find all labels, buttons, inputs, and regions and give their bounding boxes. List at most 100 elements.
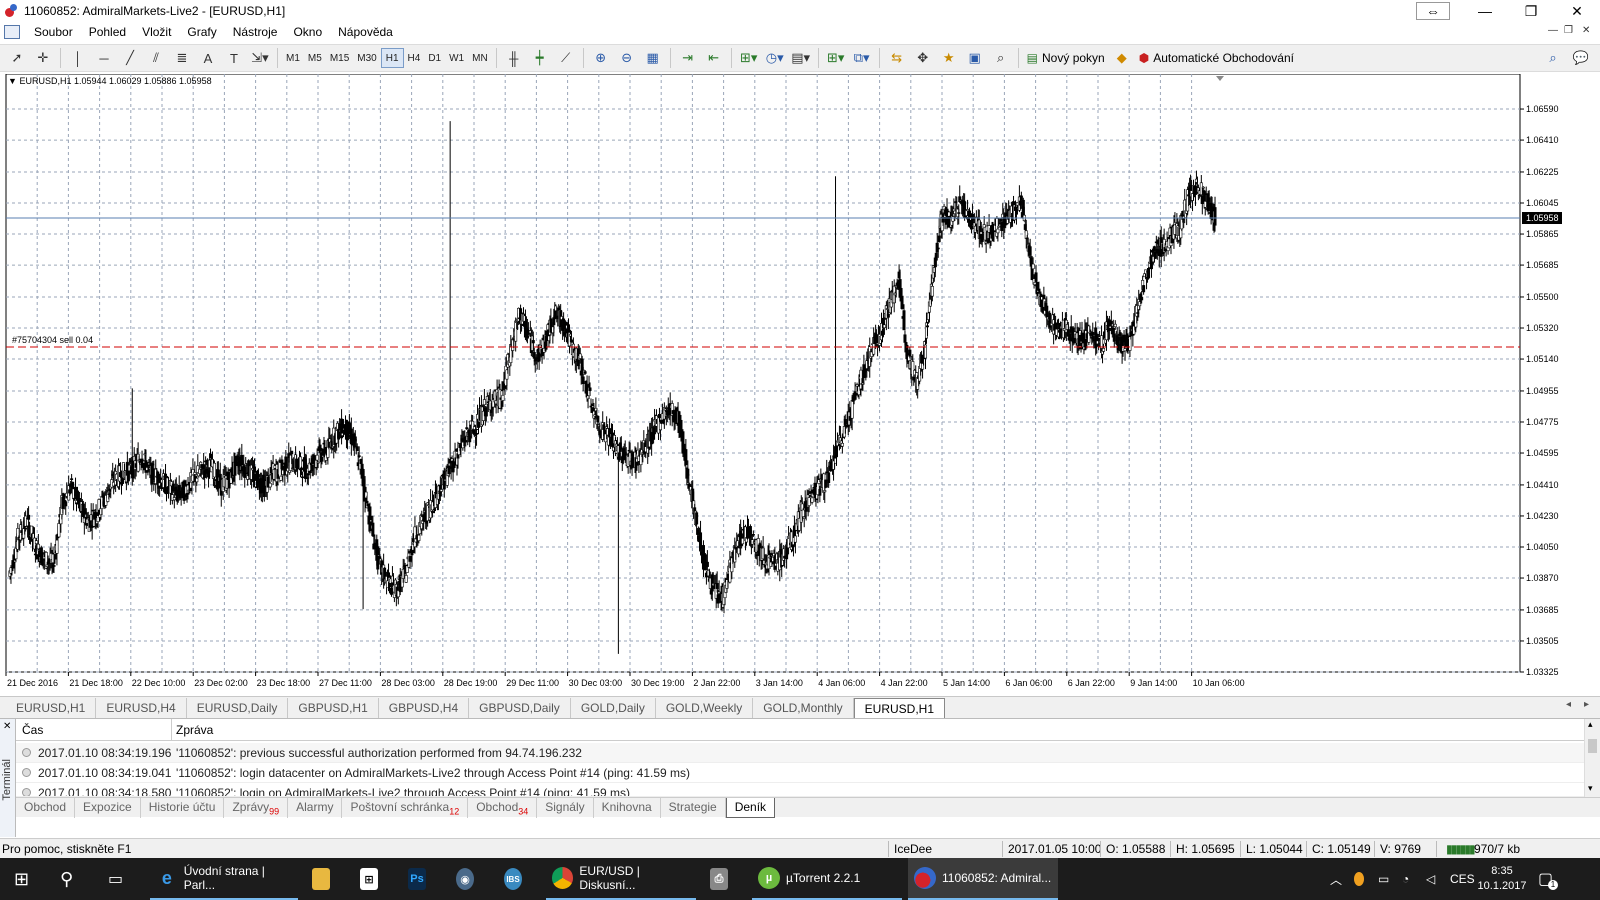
menu-tools[interactable]: Nástroje (225, 25, 286, 39)
new-order-button[interactable]: ▤ Nový pokyn (1023, 51, 1109, 65)
tile-windows-icon[interactable]: ▦ (641, 47, 665, 69)
search-icon[interactable]: ⌕ (1541, 47, 1565, 69)
channel-icon[interactable]: ⫽ (144, 47, 168, 69)
scroll-up-icon[interactable]: ▴ (1588, 719, 1593, 730)
indicators-icon[interactable]: ⊞▾ (737, 47, 761, 69)
vertical-line-icon[interactable]: │ (66, 47, 90, 69)
auto-trading-button[interactable]: ⬢ Automatické Obchodování (1135, 51, 1298, 65)
navigator-icon[interactable]: ★ (937, 47, 961, 69)
text-label-icon[interactable]: T (222, 47, 246, 69)
tester-icon[interactable]: ⌕ (989, 47, 1013, 69)
crosshair-icon[interactable]: ✛ (31, 47, 55, 69)
tab-scroll-left-icon[interactable]: ◂ (1566, 699, 1571, 710)
tab-journal[interactable]: Deník (725, 798, 776, 818)
fibonacci-icon[interactable]: ≣ (170, 47, 194, 69)
column-message[interactable]: Zpráva (176, 723, 213, 737)
search-icon[interactable]: ⚲ (60, 858, 84, 900)
templates-icon[interactable]: ▤▾ (789, 47, 813, 69)
timeframe-d1[interactable]: D1 (424, 48, 445, 68)
clock[interactable]: 8:35 10.1.2017 (1474, 858, 1530, 900)
tab-mailbox[interactable]: Poštovní schránka12 (342, 798, 469, 818)
journal-row[interactable]: 2017.01.10 08:34:19.041 '11060852': logi… (16, 763, 1584, 783)
column-divider[interactable] (171, 719, 172, 741)
taskbar-app-mt4[interactable]: 11060852: Admiral... (908, 858, 1058, 900)
menu-view[interactable]: Pohled (81, 25, 134, 39)
chart-tab[interactable]: GOLD,Daily (571, 698, 656, 718)
menu-file[interactable]: Soubor (26, 25, 81, 39)
new-chart-icon[interactable]: ⊞▾ (824, 47, 848, 69)
app-icon[interactable]: IBS (504, 858, 528, 900)
collapse-icon[interactable]: ▼ (8, 76, 17, 86)
restore-size-icon[interactable]: ⇔ (1416, 2, 1450, 20)
scroll-thumb[interactable] (1588, 739, 1597, 753)
tray-expand-icon[interactable]: ︿ (1330, 858, 1344, 900)
column-time[interactable]: Čas (22, 723, 43, 737)
tab-experts[interactable]: Strategie (661, 798, 726, 818)
scroll-down-icon[interactable]: ▾ (1588, 783, 1593, 794)
terminal-icon[interactable]: ▣ (963, 47, 987, 69)
autoscroll-icon[interactable]: ⇤ (702, 47, 726, 69)
mdi-close-icon[interactable]: ✕ (1582, 25, 1590, 36)
tab-news[interactable]: Zprávy99 (224, 798, 289, 818)
chart-tab[interactable]: EURUSD,H4 (96, 698, 187, 718)
trendline-icon[interactable]: ╱ (118, 47, 142, 69)
mdi-restore-icon[interactable]: ❐ (1564, 25, 1573, 36)
chart-shift-icon[interactable]: ⇥ (676, 47, 700, 69)
menu-help[interactable]: Nápověda (330, 25, 401, 39)
chart-window-icon[interactable] (4, 25, 20, 39)
mdi-minimize-icon[interactable]: — (1548, 25, 1558, 36)
timeframe-w1[interactable]: W1 (445, 48, 468, 68)
journal-row[interactable]: 2017.01.10 08:34:18.580 '11060852': logi… (16, 783, 1584, 797)
minimize-button[interactable]: — (1462, 0, 1508, 22)
horizontal-line-icon[interactable]: ─ (92, 47, 116, 69)
chart-tab-active[interactable]: EURUSD,H1 (853, 698, 946, 718)
windows-start-icon[interactable]: ⊞ (14, 858, 34, 900)
timeframe-m5[interactable]: M5 (304, 48, 326, 68)
tab-trade[interactable]: Obchod (16, 798, 76, 818)
profiles-icon[interactable]: ⧉▾ (850, 47, 874, 69)
taskbar-app-chrome[interactable]: EUR/USD | Diskusní... (546, 858, 696, 900)
chart-tab[interactable]: GBPUSD,H4 (379, 698, 470, 718)
chart-tab[interactable]: EURUSD,Daily (187, 698, 289, 718)
close-button[interactable]: ✕ (1554, 0, 1600, 22)
data-window-icon[interactable]: ✥ (911, 47, 935, 69)
chart-tab[interactable]: GOLD,Monthly (753, 698, 854, 718)
tray-app-icon[interactable] (1354, 858, 1370, 900)
timeframe-m1[interactable]: M1 (282, 48, 304, 68)
menu-insert[interactable]: Vložit (134, 25, 179, 39)
tab-account-history[interactable]: Historie účtu (141, 798, 225, 818)
timeframe-m30[interactable]: M30 (353, 48, 380, 68)
candlestick-icon[interactable]: ┿ (528, 47, 552, 69)
terminal-close-icon[interactable]: ✕ (3, 721, 11, 732)
tab-library[interactable]: Knihovna (594, 798, 661, 818)
chart-area[interactable]: 1.06590 1.06410 1.06225 1.06045 1.05865 1.056… (4, 74, 1600, 696)
journal-row[interactable]: 2017.01.10 08:34:19.196 '11060852': prev… (16, 743, 1584, 763)
terminal-scrollbar[interactable]: ▴ ▾ (1584, 719, 1600, 797)
periods-icon[interactable]: ◷▾ (763, 47, 787, 69)
chart-tab[interactable]: GOLD,Weekly (656, 698, 754, 718)
meta-editor-icon[interactable]: ◆ (1110, 47, 1134, 69)
tab-alerts[interactable]: Alarmy (288, 798, 343, 818)
battery-icon[interactable]: ▭ (1378, 858, 1394, 900)
photoshop-icon[interactable]: Ps (408, 858, 432, 900)
cursor-icon[interactable]: ➚ (5, 47, 29, 69)
printer-icon[interactable]: ⎙ (710, 858, 734, 900)
taskbar-app-edge[interactable]: e Úvodní strana | Parl... (150, 858, 298, 900)
zoom-in-icon[interactable]: ⊕ (589, 47, 613, 69)
language-indicator[interactable]: CES (1450, 858, 1475, 900)
menu-charts[interactable]: Grafy (179, 25, 224, 39)
zoom-out-icon[interactable]: ⊖ (615, 47, 639, 69)
arrows-icon[interactable]: ⇲▾ (248, 47, 272, 69)
market-watch-icon[interactable]: ⇆ (885, 47, 909, 69)
timeframe-h1[interactable]: H1 (380, 48, 404, 68)
taskbar-app-utorrent[interactable]: µ µTorrent 2.2.1 (752, 858, 902, 900)
task-view-icon[interactable]: ▭ (108, 858, 132, 900)
tab-signals[interactable]: Signály (537, 798, 594, 818)
timeframe-h4[interactable]: H4 (404, 48, 425, 68)
text-icon[interactable]: A (196, 47, 220, 69)
tab-market[interactable]: Obchod34 (468, 798, 538, 818)
chart-tab[interactable]: GBPUSD,Daily (469, 698, 571, 718)
chart-tab[interactable]: EURUSD,H1 (6, 698, 97, 718)
volume-icon[interactable]: ◁ (1426, 858, 1442, 900)
line-chart-icon[interactable]: ⟋ (554, 47, 578, 69)
